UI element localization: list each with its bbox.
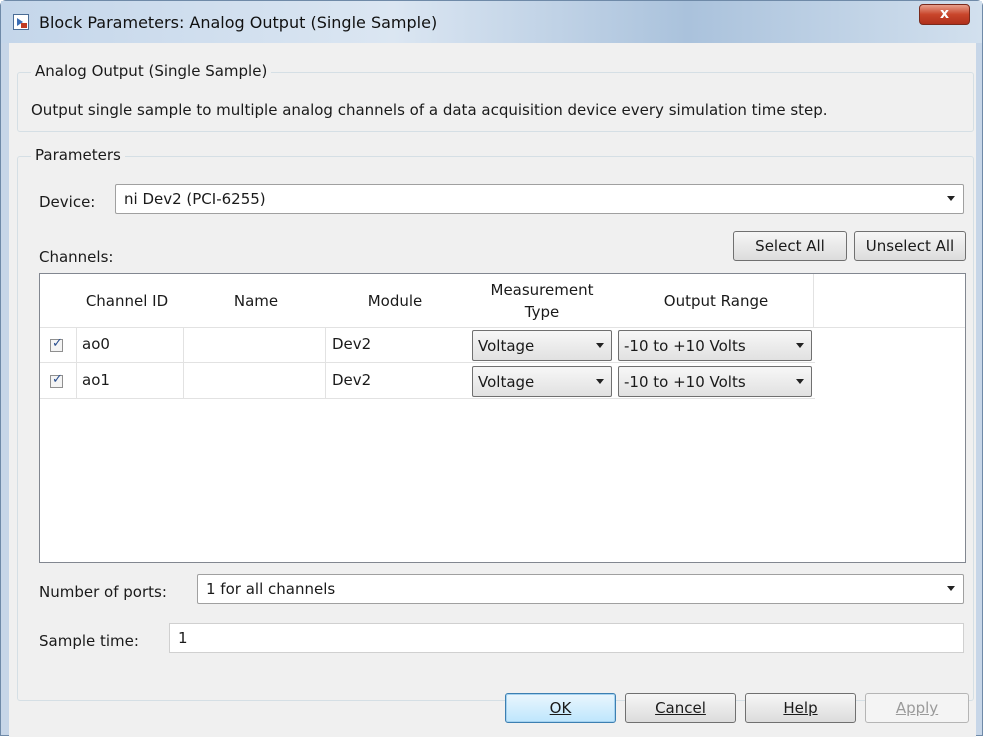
description-legend: Analog Output (Single Sample) xyxy=(31,62,272,80)
header-divider xyxy=(813,274,814,327)
apply-button-label: Apply xyxy=(895,699,939,717)
row-divider xyxy=(40,362,815,363)
column-header-name[interactable]: Name xyxy=(186,274,326,327)
row-divider xyxy=(40,327,965,328)
channels-table: Channel ID Name Module Measurement Type … xyxy=(39,273,966,563)
ok-button[interactable]: OK xyxy=(505,693,616,723)
simulink-block-icon xyxy=(13,14,29,30)
apply-button: Apply xyxy=(865,693,969,723)
ports-label: Number of ports: xyxy=(39,583,167,601)
chevron-down-icon xyxy=(596,343,604,348)
chevron-down-icon xyxy=(796,379,804,384)
chevron-down-icon xyxy=(596,379,604,384)
column-divider xyxy=(76,327,77,398)
check-icon: ✓ xyxy=(52,372,63,387)
help-button-label: Help xyxy=(783,699,818,717)
output-range-value: -10 to +10 Volts xyxy=(624,373,746,391)
channel-checkbox[interactable]: ✓ xyxy=(50,336,63,352)
title-bar[interactable]: Block Parameters: Analog Output (Single … xyxy=(1,1,982,43)
channel-id-cell: ao0 xyxy=(82,335,110,353)
check-icon: ✓ xyxy=(52,336,63,351)
sample-time-label: Sample time: xyxy=(39,632,139,650)
row-divider xyxy=(40,398,815,399)
channel-id-cell: ao1 xyxy=(82,371,110,389)
channels-label: Channels: xyxy=(39,248,114,266)
device-select[interactable]: ni Dev2 (PCI-6255) xyxy=(115,184,964,214)
column-header-channel-id[interactable]: Channel ID xyxy=(76,274,178,327)
column-header-measurement-type[interactable]: Measurement Type xyxy=(472,274,612,327)
dialog-body: Analog Output (Single Sample) Output sin… xyxy=(9,43,976,737)
sample-time-input[interactable]: 1 xyxy=(169,623,964,653)
module-cell: Dev2 xyxy=(332,371,372,389)
description-text: Output single sample to multiple analog … xyxy=(31,101,828,119)
chevron-down-icon xyxy=(796,343,804,348)
cancel-button[interactable]: Cancel xyxy=(625,693,736,723)
measurement-type-select[interactable]: Voltage xyxy=(472,366,612,397)
chevron-down-icon xyxy=(947,586,955,591)
window-title: Block Parameters: Analog Output (Single … xyxy=(39,13,438,32)
unselect-all-button[interactable]: Unselect All xyxy=(854,231,966,261)
help-button[interactable]: Help xyxy=(745,693,856,723)
close-button[interactable]: x xyxy=(919,4,970,25)
column-header-output-range[interactable]: Output Range xyxy=(618,274,814,327)
device-value: ni Dev2 (PCI-6255) xyxy=(124,190,266,208)
ports-select[interactable]: 1 for all channels xyxy=(197,574,964,604)
ports-value: 1 for all channels xyxy=(206,580,336,598)
output-range-select[interactable]: -10 to +10 Volts xyxy=(618,330,812,361)
column-divider xyxy=(325,327,326,398)
dialog-window: Block Parameters: Analog Output (Single … xyxy=(0,0,983,737)
channel-checkbox[interactable]: ✓ xyxy=(50,372,63,388)
cancel-button-label: Cancel xyxy=(655,699,706,717)
output-range-select[interactable]: -10 to +10 Volts xyxy=(618,366,812,397)
select-all-button[interactable]: Select All xyxy=(733,231,847,261)
measurement-type-value: Voltage xyxy=(478,373,535,391)
column-header-module[interactable]: Module xyxy=(330,274,460,327)
module-cell: Dev2 xyxy=(332,335,372,353)
measurement-type-value: Voltage xyxy=(478,337,535,355)
ok-button-label: OK xyxy=(549,699,572,717)
output-range-value: -10 to +10 Volts xyxy=(624,337,746,355)
chevron-down-icon xyxy=(947,196,955,201)
sample-time-value: 1 xyxy=(178,629,188,647)
device-label: Device: xyxy=(39,193,96,211)
column-divider xyxy=(183,327,184,398)
parameters-legend: Parameters xyxy=(31,146,125,164)
measurement-type-select[interactable]: Voltage xyxy=(472,330,612,361)
